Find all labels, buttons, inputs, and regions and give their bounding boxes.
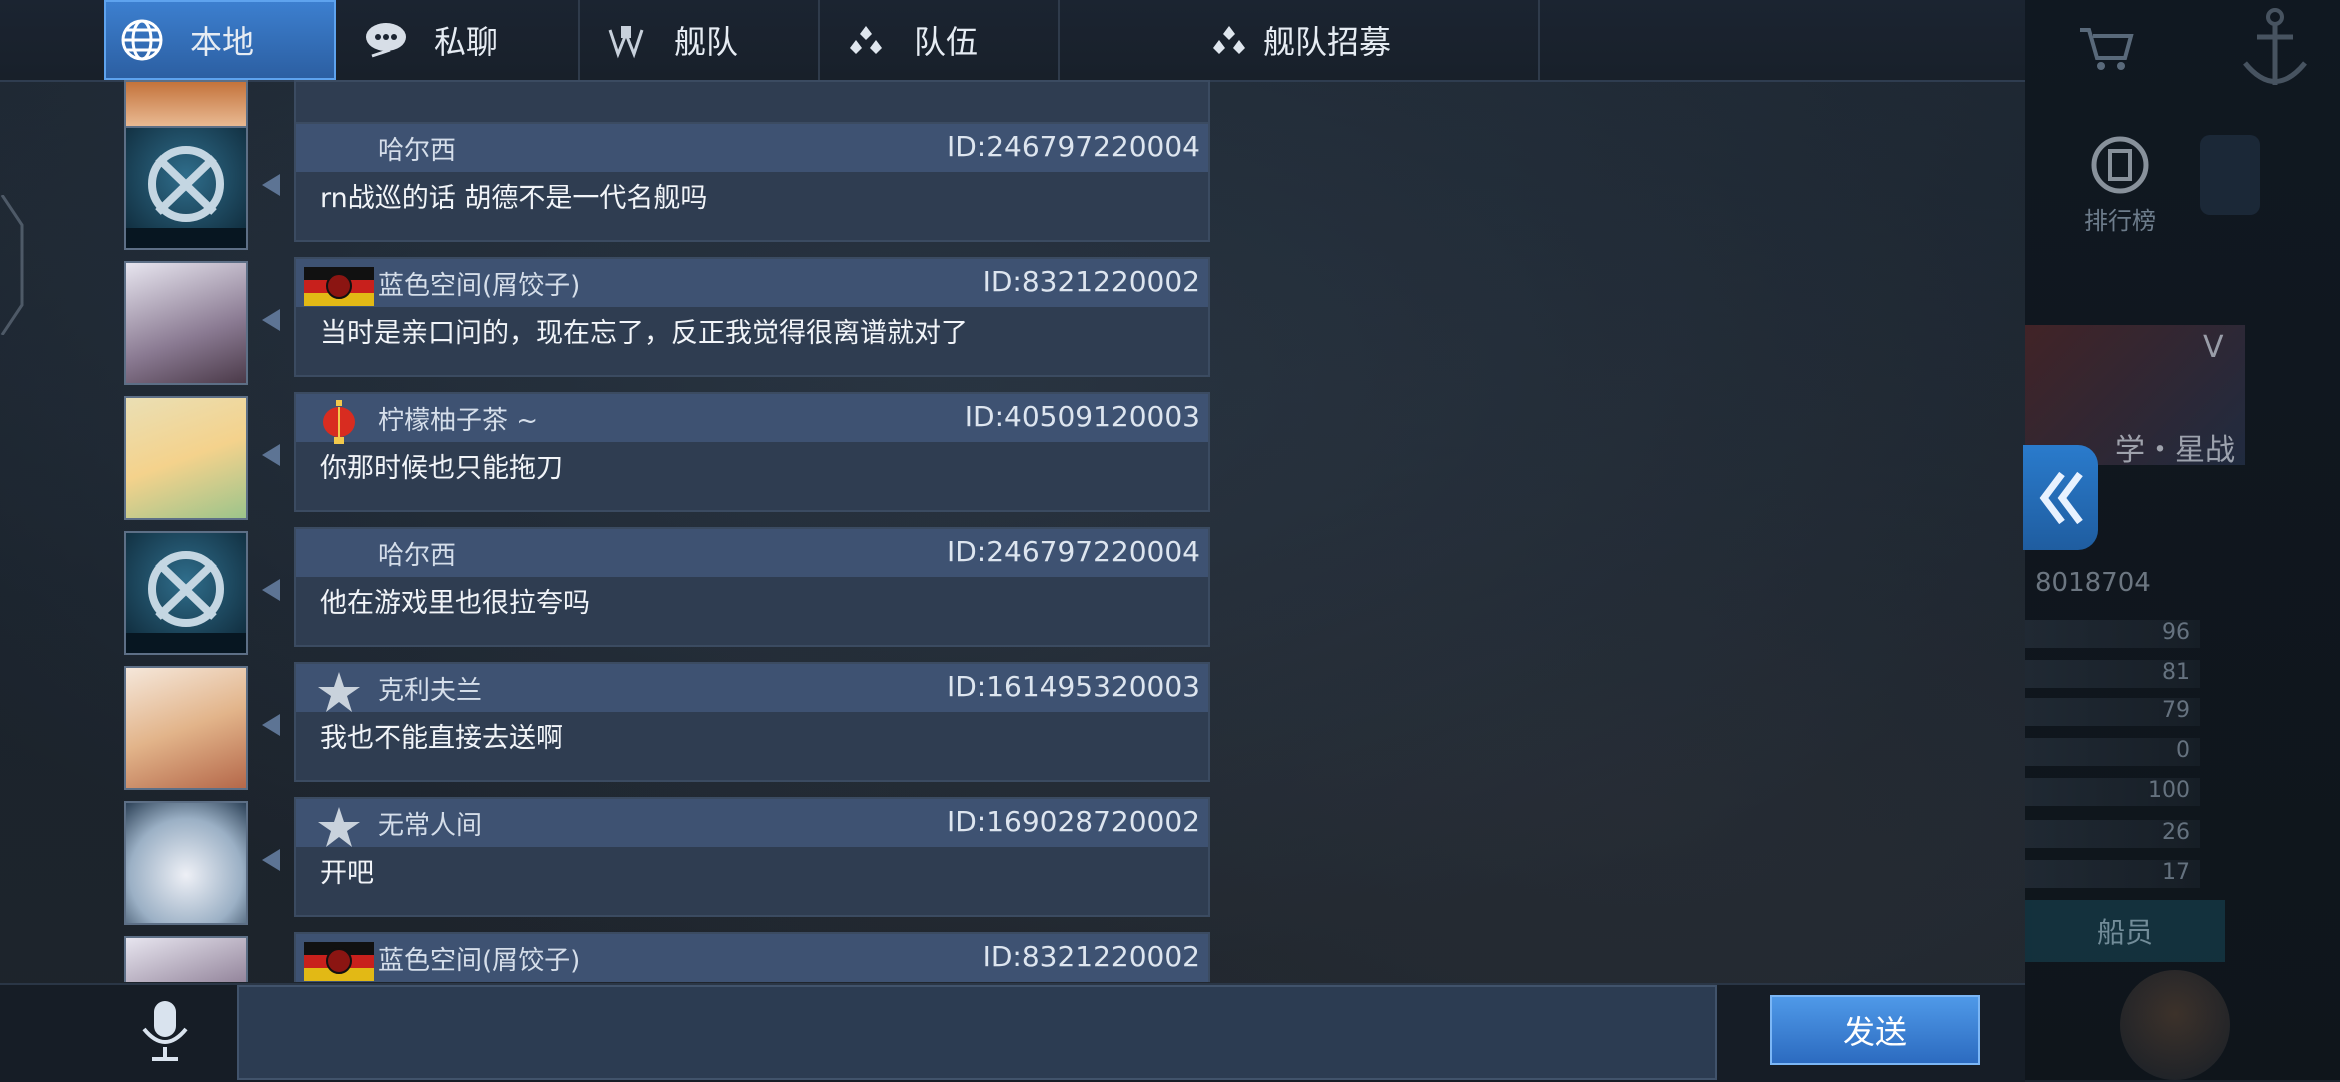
leaderboard-icon bbox=[2091, 136, 2149, 194]
leaderboard-label: 排行榜 bbox=[2084, 207, 2156, 235]
message-text: 你那时候也只能拖刀 bbox=[320, 453, 563, 484]
player-avatar[interactable] bbox=[2120, 970, 2230, 1080]
sender-id: ID:40509120003 bbox=[964, 400, 1200, 433]
message-input[interactable] bbox=[237, 985, 1717, 1080]
collapse-chat-button[interactable] bbox=[2023, 445, 2098, 550]
message-bubble: 蓝色空间(屑饺子) ID:8321220002 bbox=[294, 932, 1210, 982]
anchor-icon[interactable] bbox=[2235, 5, 2315, 95]
sender-name[interactable]: 哈尔西 bbox=[378, 535, 456, 572]
tab-label: 舰队招募 bbox=[1262, 23, 1391, 61]
bubble-pointer bbox=[262, 309, 280, 331]
sender-id: ID:8321220002 bbox=[982, 940, 1200, 973]
message-header: 蓝色空间(屑饺子) ID:8321220002 bbox=[296, 934, 1208, 982]
message-header: 哈尔西 ID:246797220004 bbox=[296, 124, 1208, 172]
avatar[interactable] bbox=[124, 666, 248, 790]
star-badge-icon bbox=[318, 672, 360, 712]
sender-name[interactable]: 哈尔西 bbox=[378, 130, 456, 167]
avatar[interactable] bbox=[124, 126, 248, 250]
bubble-pointer bbox=[262, 174, 280, 196]
leaderboard-button[interactable]: 排行榜 bbox=[2065, 135, 2175, 245]
sender-id: ID:8321220002 bbox=[982, 265, 1200, 298]
microphone-icon[interactable] bbox=[130, 995, 200, 1065]
message-bubble: 哈尔西 ID:246797220004 他在游戏里也很拉夸吗 bbox=[294, 527, 1210, 647]
message-header: 蓝色空间(屑饺子) ID:8321220002 bbox=[296, 259, 1208, 307]
next-arrow-button[interactable] bbox=[2200, 135, 2260, 215]
sender-name[interactable]: 柠檬柚子茶 ~ bbox=[378, 400, 538, 437]
sender-id: ID:246797220004 bbox=[946, 130, 1200, 163]
stat-bar: 17 bbox=[2025, 860, 2200, 888]
left-edge-decoration bbox=[0, 195, 24, 335]
flag-badge-icon bbox=[304, 942, 374, 981]
team-dots-icon bbox=[1207, 18, 1251, 62]
message-header: 柠檬柚子茶 ~ ID:40509120003 bbox=[296, 394, 1208, 444]
stat-bar: 96 bbox=[2025, 620, 2200, 648]
list-item: 蓝色空间(屑饺子) ID:8321220002 当时是亲口问的，现在忘了，反正我… bbox=[124, 257, 1210, 385]
avatar[interactable] bbox=[124, 936, 248, 982]
sender-name[interactable]: 蓝色空间(屑饺子) bbox=[378, 940, 580, 977]
sender-name[interactable]: 无常人间 bbox=[378, 805, 482, 842]
stat-bar: 100 bbox=[2025, 778, 2200, 806]
avatar[interactable] bbox=[124, 261, 248, 385]
stat-bar: 79 bbox=[2025, 698, 2200, 726]
message-text: 当时是亲口问的，现在忘了，反正我觉得很离谱就对了 bbox=[320, 318, 968, 349]
message-bubble: 克利夫兰 ID:161495320003 我也不能直接去送啊 bbox=[294, 662, 1210, 782]
ship-tier: V bbox=[2203, 330, 2224, 365]
sender-id: ID:169028720002 bbox=[946, 805, 1200, 838]
player-id: 8018704 bbox=[2035, 568, 2151, 598]
message-bubble: 无常人间 ID:169028720002 开吧 bbox=[294, 797, 1210, 917]
ship-name: 学・星战 bbox=[2085, 433, 2235, 468]
list-item bbox=[124, 50, 1210, 156]
sender-name[interactable]: 克利夫兰 bbox=[378, 670, 482, 707]
message-text: 开吧 bbox=[320, 858, 374, 889]
message-bubble: 蓝色空间(屑饺子) ID:8321220002 当时是亲口问的，现在忘了，反正我… bbox=[294, 257, 1210, 377]
message-header: 哈尔西 ID:246797220004 bbox=[296, 529, 1208, 577]
message-header: 克利夫兰 ID:161495320003 bbox=[296, 664, 1208, 712]
stat-bar: 81 bbox=[2025, 660, 2200, 688]
crew-button[interactable]: 船员 bbox=[2025, 900, 2225, 962]
sender-id: ID:161495320003 bbox=[946, 670, 1200, 703]
list-item: 哈尔西 ID:246797220004 rn战巡的话 胡德不是一代名舰吗 bbox=[124, 122, 1210, 250]
stat-bar: 26 bbox=[2025, 820, 2200, 848]
message-bubble: 哈尔西 ID:246797220004 rn战巡的话 胡德不是一代名舰吗 bbox=[294, 122, 1210, 242]
star-badge-icon bbox=[318, 807, 360, 847]
bubble-pointer bbox=[262, 849, 280, 871]
avatar[interactable] bbox=[124, 396, 248, 520]
message-text: 他在游戏里也很拉夸吗 bbox=[320, 588, 590, 619]
stat-bar: 0 bbox=[2025, 738, 2200, 766]
bubble-pointer bbox=[262, 444, 280, 466]
avatar[interactable] bbox=[124, 531, 248, 655]
bubble-pointer bbox=[262, 714, 280, 736]
list-item: 哈尔西 ID:246797220004 他在游戏里也很拉夸吗 bbox=[124, 527, 1210, 655]
send-button[interactable]: 发送 bbox=[1770, 995, 1980, 1065]
message-text: rn战巡的话 胡德不是一代名舰吗 bbox=[320, 183, 708, 214]
list-item: 克利夫兰 ID:161495320003 我也不能直接去送啊 bbox=[124, 662, 1210, 790]
sender-id: ID:246797220004 bbox=[946, 535, 1200, 568]
list-item: 蓝色空间(屑饺子) ID:8321220002 bbox=[124, 932, 1210, 982]
list-item: 无常人间 ID:169028720002 开吧 bbox=[124, 797, 1210, 925]
bubble-pointer bbox=[262, 579, 280, 601]
double-chevron-left-icon bbox=[2039, 471, 2083, 524]
message-header: 无常人间 ID:169028720002 bbox=[296, 799, 1208, 847]
flag-badge-icon bbox=[304, 267, 374, 306]
list-item: 柠檬柚子茶 ~ ID:40509120003 你那时候也只能拖刀 bbox=[124, 392, 1210, 520]
message-bubble: 柠檬柚子茶 ~ ID:40509120003 你那时候也只能拖刀 bbox=[294, 392, 1210, 512]
sender-name[interactable]: 蓝色空间(屑饺子) bbox=[378, 265, 580, 302]
message-text: 我也不能直接去送啊 bbox=[320, 723, 563, 754]
lantern-badge-icon bbox=[323, 400, 355, 444]
avatar[interactable] bbox=[124, 801, 248, 925]
shop-cart-icon[interactable] bbox=[2075, 22, 2135, 72]
